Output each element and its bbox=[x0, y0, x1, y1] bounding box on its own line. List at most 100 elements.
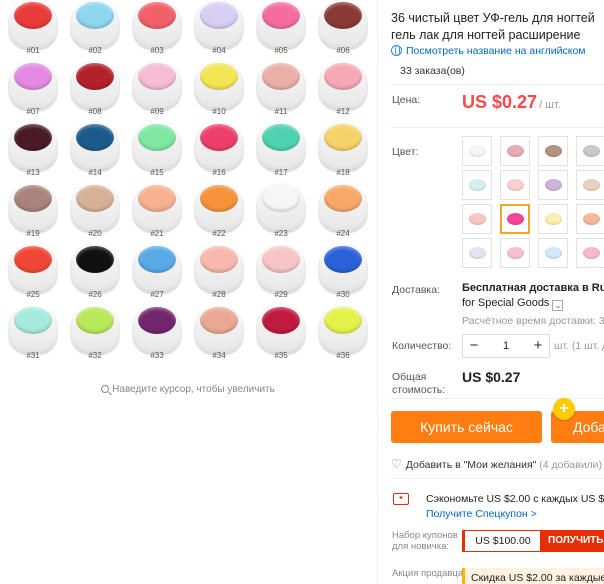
price-unit: / шт. bbox=[539, 99, 561, 111]
color-number-label: #08 bbox=[88, 107, 102, 116]
color-number-label: #20 bbox=[88, 229, 102, 238]
gel-pot: #23 bbox=[250, 183, 312, 244]
price-label: Цена: bbox=[392, 94, 421, 106]
color-option[interactable] bbox=[538, 238, 568, 268]
magnifier-icon bbox=[101, 385, 110, 393]
color-number-label: #24 bbox=[336, 229, 350, 238]
gel-pot: #27 bbox=[126, 244, 188, 305]
color-option[interactable] bbox=[576, 136, 604, 166]
quantity-increase-button[interactable]: + bbox=[527, 335, 549, 357]
color-option-sample bbox=[582, 247, 600, 259]
gel-pot: #17 bbox=[250, 122, 312, 183]
gel-color-sample bbox=[262, 63, 300, 90]
color-number-label: #18 bbox=[336, 168, 350, 177]
gel-pot: #32 bbox=[64, 305, 126, 366]
color-option-sample bbox=[506, 213, 524, 225]
wishlist-text: Добавить в "Мои желания" bbox=[405, 459, 537, 471]
gel-color-sample bbox=[262, 2, 300, 29]
gel-color-sample bbox=[76, 2, 114, 29]
color-number-label: #16 bbox=[212, 168, 226, 177]
gel-color-sample bbox=[138, 246, 176, 273]
color-option[interactable] bbox=[462, 170, 492, 200]
gel-pot: #30 bbox=[312, 244, 374, 305]
zoom-hint: Наведите курсор, чтобы увеличить bbox=[0, 384, 376, 395]
gel-color-sample bbox=[200, 63, 238, 90]
color-option[interactable] bbox=[538, 170, 568, 200]
color-option-selected[interactable] bbox=[500, 204, 530, 234]
color-number-label: #14 bbox=[88, 168, 102, 177]
color-number-label: #27 bbox=[150, 290, 164, 299]
coupon-offer-text: Сэкономьте US $2.00 с каждых US $15 bbox=[426, 493, 604, 505]
get-newcomer-coupon-button[interactable]: ПОЛУЧИТЬ bbox=[540, 530, 604, 552]
color-option[interactable] bbox=[576, 204, 604, 234]
cart-plus-icon: + bbox=[553, 398, 575, 420]
color-option[interactable] bbox=[462, 204, 492, 234]
color-number-label: #11 bbox=[274, 107, 288, 116]
color-number-label: #07 bbox=[26, 107, 40, 116]
gel-pot: #28 bbox=[188, 244, 250, 305]
gel-pot: #16 bbox=[188, 122, 250, 183]
quantity-decrease-button[interactable]: − bbox=[463, 335, 485, 357]
get-coupon-link[interactable]: Получите Спецкупон > bbox=[426, 508, 537, 520]
translate-link-text: Посмотреть название на английском bbox=[406, 45, 586, 57]
gel-color-sample bbox=[200, 2, 238, 29]
quantity-stepper: − 1 + bbox=[462, 334, 550, 358]
color-number-label: #30 bbox=[336, 290, 350, 299]
gel-color-sample bbox=[14, 185, 52, 212]
color-option[interactable] bbox=[462, 238, 492, 268]
gel-pot: #24 bbox=[312, 183, 374, 244]
color-option-sample bbox=[544, 145, 562, 157]
color-number-label: #33 bbox=[150, 351, 164, 360]
color-label: Цвет: bbox=[392, 146, 419, 158]
color-option[interactable] bbox=[462, 136, 492, 166]
color-number-label: #04 bbox=[212, 46, 226, 55]
price-amount: US $0.27 bbox=[462, 92, 538, 112]
chevron-down-icon[interactable]: ⌄ bbox=[552, 300, 564, 311]
newcomer-coupon: US $100.00 ПОЛУЧИТЬ bbox=[462, 530, 604, 552]
seller-promo-label: Акция продавца: bbox=[392, 568, 466, 579]
color-option[interactable] bbox=[538, 136, 568, 166]
color-number-label: #13 bbox=[26, 168, 40, 177]
divider bbox=[391, 84, 604, 85]
color-option-sample bbox=[506, 179, 524, 191]
gel-pot: #04 bbox=[188, 0, 250, 61]
color-number-label: #31 bbox=[26, 351, 40, 360]
color-number-label: #01 bbox=[26, 46, 40, 55]
color-number-label: #36 bbox=[336, 351, 350, 360]
color-option[interactable] bbox=[500, 238, 530, 268]
add-to-wishlist-link[interactable]: ♡ Добавить в "Мои желания" (4 добавили) bbox=[391, 457, 602, 471]
color-number-label: #28 bbox=[212, 290, 226, 299]
color-number-label: #19 bbox=[26, 229, 40, 238]
total-label: Общая стоимость: bbox=[392, 371, 446, 396]
gel-pot: #35 bbox=[250, 305, 312, 366]
color-option[interactable] bbox=[576, 170, 604, 200]
delivery-estimate: Расчётное время доставки: 3 bbox=[462, 315, 604, 327]
product-image-gallery[interactable]: #01 #02 #03 #04 #05 #06 #07 #08 #09 #10 #11 #12 #13 #… bbox=[0, 0, 380, 400]
color-option[interactable] bbox=[500, 136, 530, 166]
gel-color-sample bbox=[200, 124, 238, 151]
color-option-sample bbox=[582, 145, 600, 157]
color-number-label: #35 bbox=[274, 351, 288, 360]
color-option[interactable] bbox=[576, 238, 604, 268]
gel-color-sample bbox=[324, 63, 362, 90]
color-option-sample bbox=[468, 247, 486, 259]
coupon-icon: ✦ bbox=[393, 493, 409, 505]
gel-pot: #31 bbox=[2, 305, 64, 366]
color-option-sample bbox=[582, 213, 600, 225]
gel-pot: #06 bbox=[312, 0, 374, 61]
shipping-option[interactable]: for Special Goods ⌄ bbox=[462, 297, 564, 311]
price-value: US $0.27/ шт. bbox=[462, 92, 561, 113]
color-option[interactable] bbox=[538, 204, 568, 234]
divider bbox=[391, 398, 604, 399]
gel-color-sample bbox=[138, 124, 176, 151]
translate-title-link[interactable]: Посмотреть название на английском bbox=[391, 45, 586, 57]
buy-now-button[interactable]: Купить сейчас bbox=[391, 411, 542, 443]
gel-pot: #25 bbox=[2, 244, 64, 305]
color-option[interactable] bbox=[500, 170, 530, 200]
color-swatch-grid: #01 #02 #03 #04 #05 #06 #07 #08 #09 #10 #11 #12 #13 #… bbox=[2, 0, 374, 366]
color-number-label: #21 bbox=[150, 229, 164, 238]
color-number-label: #32 bbox=[88, 351, 102, 360]
gel-color-sample bbox=[76, 124, 114, 151]
quantity-input[interactable]: 1 bbox=[485, 335, 527, 357]
gel-pot: #20 bbox=[64, 183, 126, 244]
